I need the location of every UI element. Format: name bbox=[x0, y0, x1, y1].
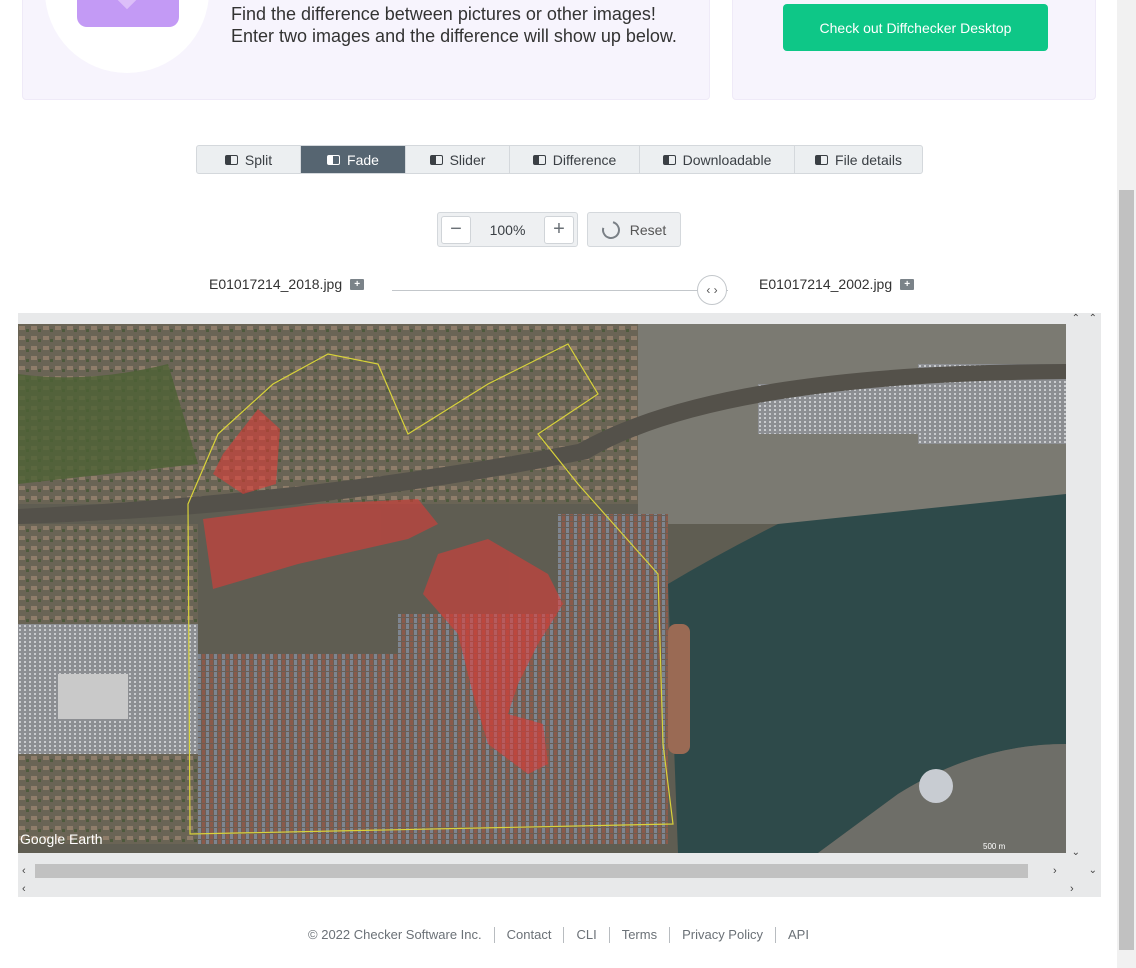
google-earth-watermark: Google Earth bbox=[20, 831, 103, 847]
hero-panel: Find the difference between pictures or … bbox=[22, 0, 710, 100]
left-file: E01017214_2018.jpg + bbox=[209, 276, 365, 292]
footer-link-privacy-policy[interactable]: Privacy Policy bbox=[670, 927, 776, 943]
page-scrollbar-thumb[interactable] bbox=[1119, 190, 1134, 950]
zoom-out-button[interactable]: − bbox=[441, 215, 471, 244]
scroll-down-icon[interactable]: ⌄ bbox=[1072, 847, 1080, 858]
hero-description: Find the difference between pictures or … bbox=[231, 3, 677, 47]
scroll-down-icon[interactable]: ⌄ bbox=[1089, 865, 1097, 876]
reset-label: Reset bbox=[629, 221, 667, 238]
view-mode-tabs: Split Fade Slider Difference Downloadabl… bbox=[196, 145, 923, 174]
map-scale-label: 500 m bbox=[983, 842, 1006, 851]
tab-file-details[interactable]: File details bbox=[795, 146, 922, 173]
fade-icon bbox=[327, 154, 341, 165]
split-icon bbox=[224, 154, 238, 165]
footer-link-cli[interactable]: CLI bbox=[564, 927, 610, 943]
hero-line-1: Find the difference between pictures or … bbox=[231, 4, 656, 24]
horizontal-scrollbar-thumb[interactable] bbox=[35, 864, 1028, 878]
scroll-left-icon[interactable]: ‹ bbox=[22, 862, 26, 880]
aerial-map-image: Google Earth 500 m bbox=[18, 324, 1066, 853]
tab-slider[interactable]: Slider bbox=[406, 146, 510, 173]
add-file-icon[interactable]: + bbox=[350, 278, 365, 290]
fade-slider-track[interactable] bbox=[392, 290, 728, 291]
tab-label: Difference bbox=[552, 151, 617, 168]
zoom-control: − 100% + bbox=[437, 212, 578, 247]
tab-label: Slider bbox=[449, 151, 486, 168]
horizontal-scrollbar[interactable]: ‹ › bbox=[18, 862, 1083, 880]
scroll-right-icon[interactable]: › bbox=[1053, 862, 1057, 880]
slider-icon bbox=[429, 154, 443, 165]
image-viewer: Google Earth 500 m ⌃ ⌃ ⌄ ⌄ ‹ › ‹ › bbox=[18, 313, 1101, 897]
tab-label: Fade bbox=[347, 151, 379, 168]
reset-icon bbox=[598, 217, 623, 242]
footer-link-api[interactable]: API bbox=[776, 927, 821, 943]
fade-slider-handle[interactable]: ‹ › bbox=[697, 275, 727, 305]
difference-icon bbox=[532, 154, 546, 165]
desktop-promo-panel: Check out Diffchecker Desktop bbox=[732, 0, 1096, 100]
tab-label: Downloadable bbox=[682, 151, 772, 168]
footer-link-contact[interactable]: Contact bbox=[495, 927, 565, 943]
download-icon bbox=[662, 154, 676, 165]
zoom-in-button[interactable]: + bbox=[544, 215, 574, 244]
left-file-name: E01017214_2018.jpg bbox=[209, 276, 343, 292]
file-details-icon bbox=[815, 154, 829, 165]
scroll-up-icon[interactable]: ⌃ bbox=[1089, 313, 1097, 324]
right-file: E01017214_2002.jpg + bbox=[759, 276, 915, 292]
diff-image[interactable]: Google Earth 500 m bbox=[18, 324, 1066, 853]
tab-label: Split bbox=[244, 151, 273, 168]
page-scrollbar[interactable] bbox=[1117, 0, 1136, 968]
scroll-up-icon[interactable]: ⌃ bbox=[1072, 313, 1080, 324]
scroll-left-icon[interactable]: ‹ bbox=[22, 880, 26, 898]
tab-label: File details bbox=[835, 151, 902, 168]
image-icon bbox=[77, 0, 179, 27]
footer: © 2022 Checker Software Inc. Contact CLI… bbox=[0, 927, 1117, 943]
zoom-level: 100% bbox=[489, 221, 526, 238]
tab-difference[interactable]: Difference bbox=[510, 146, 640, 173]
diffchecker-desktop-button[interactable]: Check out Diffchecker Desktop bbox=[783, 4, 1048, 51]
scroll-right-icon[interactable]: › bbox=[1070, 880, 1074, 898]
tab-fade[interactable]: Fade bbox=[301, 146, 406, 173]
tab-downloadable[interactable]: Downloadable bbox=[640, 146, 795, 173]
reset-button[interactable]: Reset bbox=[587, 212, 681, 247]
hero-line-2: Enter two images and the difference will… bbox=[231, 26, 677, 46]
footer-link-terms[interactable]: Terms bbox=[610, 927, 671, 943]
page: Find the difference between pictures or … bbox=[0, 0, 1136, 968]
copyright: © 2022 Checker Software Inc. bbox=[296, 927, 495, 943]
tab-split[interactable]: Split bbox=[197, 146, 301, 173]
add-file-icon[interactable]: + bbox=[900, 278, 915, 290]
right-file-name: E01017214_2002.jpg bbox=[759, 276, 893, 292]
horizontal-scrollbar-secondary[interactable]: ‹ › bbox=[18, 880, 1083, 896]
